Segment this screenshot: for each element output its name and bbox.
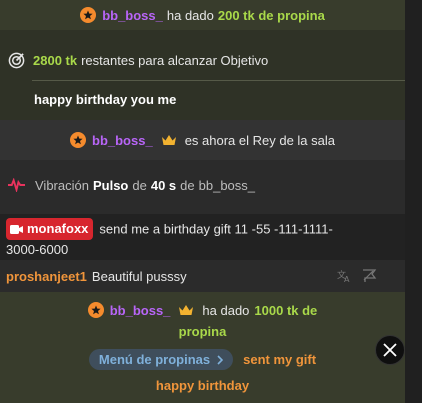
goal-divider [32, 80, 405, 81]
chat-message-proshanjeet1: proshanjeet1 Beautiful pusssy 文A [0, 262, 405, 290]
star-icon [70, 132, 86, 148]
crown-icon [161, 134, 177, 146]
tip-menu-label: Menú de propinas [98, 352, 211, 367]
tip-amount-line2: propina [178, 324, 227, 339]
king-notice: bb_boss_ es ahora el Rey de la sala [0, 120, 405, 160]
star-icon [87, 302, 104, 318]
goal-subject: happy birthday you me [34, 92, 177, 107]
goal-notice: 2800 tk restantes para alcanzar Objetivo… [0, 30, 405, 120]
message-username[interactable]: proshanjeet1 [6, 269, 87, 284]
vibration-label: Vibración [35, 177, 89, 193]
vibration-user: bb_boss_ [198, 177, 256, 193]
camera-icon [10, 224, 23, 234]
message-text-line2: 3000-6000 [6, 242, 69, 257]
tip-notice-bottom: bb_boss_ ha dado 1000 tk de propina Menú… [0, 292, 405, 403]
vibration-mode: Pulso [92, 177, 129, 193]
vibration-de-2: de [180, 177, 195, 193]
tipper-username[interactable]: bb_boss_ [110, 303, 171, 318]
tip-menu-action: sent my gift [243, 352, 317, 367]
svg-text:A: A [344, 275, 350, 283]
chat-message-monafoxx: monafoxx send me a birthday gift 11 -55 … [0, 214, 405, 260]
vibration-icon [8, 178, 25, 192]
chat-panel: bb_boss_ ha dado 200 tk de propina 2800 … [0, 0, 405, 403]
message-text-line1: send me a birthday gift 11 -55 -111-1111… [99, 221, 333, 237]
goal-text: restantes para alcanzar Objetivo [81, 53, 269, 68]
tip-amount-line1: 1000 tk de [254, 302, 318, 318]
vibration-de-1: de [132, 177, 147, 193]
message-username: monafoxx [27, 221, 89, 236]
chevron-right-icon [217, 354, 224, 365]
king-username[interactable]: bb_boss_ [92, 133, 153, 148]
x-logo-button[interactable] [375, 335, 405, 365]
crown-icon [178, 304, 194, 316]
vibration-notice: Vibración Pulso de 40 s de bb_boss_ [0, 160, 405, 210]
goal-icon [8, 52, 25, 69]
tip-text: ha dado [166, 7, 214, 23]
tip-menu-item: happy birthday [155, 378, 250, 393]
tip-notice-top: bb_boss_ ha dado 200 tk de propina [0, 0, 405, 30]
tip-amount: 200 tk de propina [217, 7, 325, 23]
message-text: Beautiful pusssy [91, 268, 187, 284]
user-badge[interactable]: monafoxx [6, 218, 94, 240]
star-icon [80, 7, 97, 23]
vibration-duration: 40 s [150, 177, 177, 193]
scrollbar[interactable] [405, 0, 422, 403]
x-logo-icon [383, 343, 397, 357]
tipper-username[interactable]: bb_boss_ [102, 8, 163, 23]
tip-text: ha dado [202, 302, 250, 318]
goal-amount: 2800 tk [33, 53, 78, 68]
translate-icon[interactable]: 文A [337, 269, 352, 286]
king-text: es ahora el Rey de la sala [184, 132, 335, 148]
tip-menu-button[interactable]: Menú de propinas [88, 349, 234, 370]
report-icon[interactable] [362, 269, 377, 286]
